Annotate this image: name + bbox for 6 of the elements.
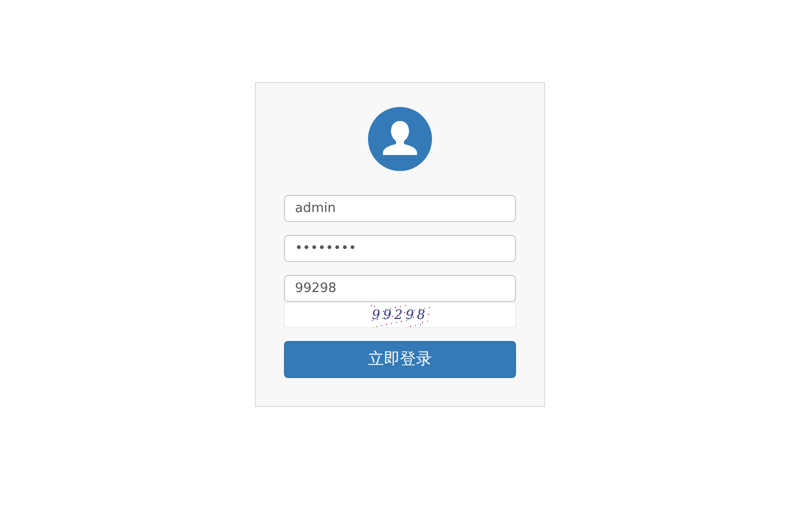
username-field[interactable]: admin: [284, 195, 516, 222]
password-field[interactable]: ••••••••: [284, 235, 516, 262]
login-button[interactable]: 立即登录: [284, 341, 516, 378]
captcha-field[interactable]: 99298: [284, 275, 516, 302]
user-avatar-icon: [368, 107, 432, 171]
captcha-image[interactable]: 99298: [284, 302, 516, 328]
